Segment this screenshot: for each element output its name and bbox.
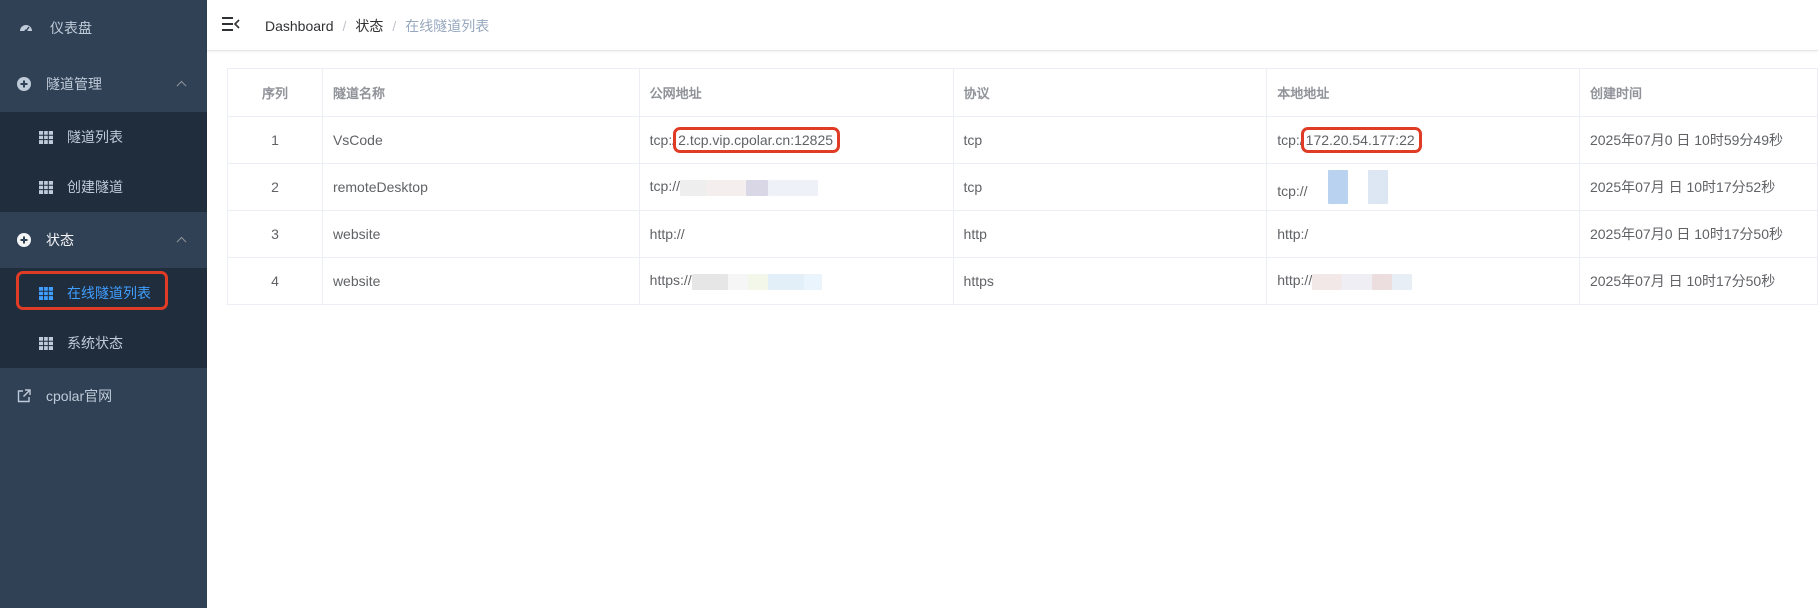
public-address-highlight: 2.tcp.vip.cpolar.cn:12825 <box>673 127 841 153</box>
cell-index: 4 <box>227 257 323 305</box>
column-header-name: 隧道名称 <box>321 68 640 117</box>
column-header-index: 序列 <box>227 68 323 117</box>
public-address-prefix: https:// <box>649 272 692 289</box>
redacted-block <box>1342 273 1373 290</box>
breadcrumb-separator: / <box>392 18 397 34</box>
redacted-block <box>768 179 819 196</box>
cell-index: 2 <box>227 163 323 211</box>
menu-status[interactable]: 状态 <box>0 212 207 268</box>
cell-tunnel-name: VsCode <box>321 116 640 164</box>
redacted-block <box>1347 184 1368 201</box>
cell-index: 1 <box>227 116 323 164</box>
redacted-block <box>747 273 768 290</box>
redacted-block <box>1367 170 1388 204</box>
hamburger-icon[interactable] <box>222 16 240 32</box>
menu-tunnel-list-label: 隧道列表 <box>67 129 123 145</box>
public-address-prefix: tcp:// <box>649 178 681 195</box>
cell-tunnel-name: website <box>321 210 640 258</box>
cell-protocol: http <box>952 210 1268 258</box>
cell-index: 3 <box>227 210 323 258</box>
cell-tunnel-name: remoteDesktop <box>321 163 640 211</box>
local-address-highlight: 172.20.54.177:22 <box>1300 127 1422 153</box>
redacted-block <box>1392 273 1413 290</box>
local-address-prefix: tcp:// <box>1277 183 1308 199</box>
column-header-local-address: 本地地址 <box>1266 68 1580 117</box>
cell-local-address: http:// <box>1266 257 1580 305</box>
redacted-block <box>691 273 728 290</box>
cell-tunnel-name: website <box>321 257 640 305</box>
menu-tunnel-management[interactable]: 隧道管理 <box>0 56 207 112</box>
external-link-icon <box>16 388 32 404</box>
cell-public-address: tcp:// <box>638 163 954 211</box>
column-header-created-time: 创建时间 <box>1578 68 1818 117</box>
menu-status-label: 状态 <box>46 232 74 248</box>
cell-public-address: http:// <box>638 210 954 258</box>
redacted-block <box>1327 170 1348 204</box>
breadcrumb-status[interactable]: 状态 <box>355 16 383 36</box>
breadcrumb-current: 在线隧道列表 <box>405 18 490 34</box>
local-address-prefix: tcp:/ <box>1277 132 1304 148</box>
chevron-up-icon <box>176 236 187 247</box>
table-icon <box>38 129 54 145</box>
column-header-protocol: 协议 <box>952 68 1268 117</box>
cell-protocol: tcp <box>952 116 1268 164</box>
cell-created-time: 2025年07月0 日 10时17分50秒 <box>1578 210 1818 258</box>
menu-tunnel-list[interactable]: 隧道列表 <box>0 112 207 162</box>
cell-local-address: tcp:// <box>1266 163 1580 211</box>
table-icon <box>38 285 54 301</box>
navbar: Dashboard / 状态 / 在线隧道列表 <box>207 0 1818 51</box>
chevron-up-icon <box>176 80 187 91</box>
redacted-block <box>746 179 769 196</box>
redacted-block <box>706 179 747 196</box>
redacted-block <box>1307 184 1328 201</box>
cell-local-address: tcp:/172.20.54.177:22 <box>1266 116 1580 164</box>
breadcrumb: Dashboard / 状态 / 在线隧道列表 <box>265 16 489 36</box>
redacted-block <box>803 273 822 290</box>
menu-create-tunnel[interactable]: 创建隧道 <box>0 162 207 212</box>
cell-public-address: tcp:/2.tcp.vip.cpolar.cn:12825 <box>638 116 954 164</box>
menu-cpolar-website-label: cpolar官网 <box>46 388 113 404</box>
redacted-block <box>767 273 804 290</box>
menu-online-tunnels-label: 在线隧道列表 <box>67 285 151 301</box>
breadcrumb-dashboard[interactable]: Dashboard <box>265 18 334 34</box>
menu-tunnel-management-label: 隧道管理 <box>46 76 102 92</box>
table-row: 2 remoteDesktop tcp:// tcp tcp:// 2025年0… <box>227 163 1818 211</box>
column-header-public-address: 公网地址 <box>638 68 954 117</box>
table-header-row: 序列 隧道名称 公网地址 协议 本地地址 创建时间 <box>227 68 1818 117</box>
redacted-block <box>1372 273 1393 290</box>
cell-created-time: 2025年07月0 日 10时59分49秒 <box>1578 116 1818 164</box>
table-row: 4 website https:// https http:// 2025年07… <box>227 257 1818 305</box>
cell-created-time: 2025年07月 日 10时17分52秒 <box>1578 163 1818 211</box>
cell-protocol: tcp <box>952 163 1268 211</box>
menu-system-status-label: 系统状态 <box>67 335 123 351</box>
tunnel-table: 序列 隧道名称 公网地址 协议 本地地址 创建时间 1 VsCode tcp:/… <box>227 68 1818 305</box>
breadcrumb-separator: / <box>342 18 347 34</box>
cell-local-address: http:/ <box>1266 210 1580 258</box>
cell-public-address: https:// <box>638 257 954 305</box>
dashboard-icon <box>18 20 34 36</box>
table-icon <box>38 335 54 351</box>
cell-created-time: 2025年07月 日 10时17分50秒 <box>1578 257 1818 305</box>
local-address-prefix: http:// <box>1277 272 1313 289</box>
menu-dashboard[interactable]: 仪表盘 <box>0 0 207 56</box>
plus-circle-icon <box>16 76 32 92</box>
redacted-block <box>680 179 707 196</box>
redacted-block <box>1312 273 1343 290</box>
sidebar: 仪表盘 隧道管理 隧道列表 创建隧道 状态 在线隧道列表 系统状态 cpolar… <box>0 0 207 608</box>
table-row: 3 website http:// http http:/ 2025年07月0 … <box>227 210 1818 258</box>
menu-system-status[interactable]: 系统状态 <box>0 318 207 368</box>
menu-dashboard-label: 仪表盘 <box>50 20 92 36</box>
menu-online-tunnels[interactable]: 在线隧道列表 <box>0 268 207 318</box>
cell-protocol: https <box>952 257 1268 305</box>
tunnel-table-container: 序列 隧道名称 公网地址 协议 本地地址 创建时间 1 VsCode tcp:/… <box>227 68 1818 305</box>
table-icon <box>38 179 54 195</box>
table-row: 1 VsCode tcp:/2.tcp.vip.cpolar.cn:12825 … <box>227 116 1818 164</box>
menu-cpolar-website[interactable]: cpolar官网 <box>0 368 207 424</box>
plus-circle-icon <box>16 232 32 248</box>
menu-create-tunnel-label: 创建隧道 <box>67 179 123 195</box>
redacted-block <box>727 273 748 290</box>
